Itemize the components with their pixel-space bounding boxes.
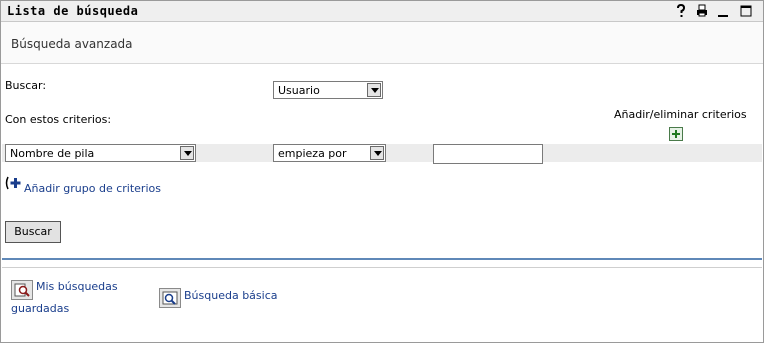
chevron-down-icon [180,146,194,160]
buscar-label: Buscar: [5,79,47,92]
search-list-portlet: Lista de búsqueda Búsqueda avanzada Busc… [0,0,764,343]
search-button[interactable]: Buscar [5,221,61,243]
add-group-icon[interactable] [5,176,23,190]
section-divider [2,258,762,260]
portlet-title: Lista de búsqueda [7,4,139,18]
maximize-icon[interactable] [740,4,752,18]
saved-searches-link-line2[interactable]: guardadas [11,302,69,315]
saved-searches-icon[interactable] [11,280,33,300]
chevron-down-icon [367,83,381,97]
print-icon[interactable] [696,4,708,18]
add-criteria-icon[interactable] [669,127,683,141]
chevron-down-icon [370,146,384,160]
saved-searches-link[interactable]: Mis búsquedas [36,280,118,293]
basic-search-link[interactable]: Búsqueda básica [184,289,278,302]
subheader: Búsqueda avanzada [1,22,763,64]
operator-value: empieza por [278,147,347,160]
minimize-icon[interactable] [718,4,728,18]
attribute-select[interactable]: Nombre de pila [5,144,196,162]
portlet-titlebar: Lista de búsqueda [1,1,763,22]
subheader-title: Búsqueda avanzada [11,37,133,51]
attribute-value: Nombre de pila [10,147,95,160]
object-type-value: Usuario [278,84,320,97]
criteria-value-input[interactable] [433,144,543,164]
add-remove-criteria-label: Añadir/eliminar criterios [614,108,747,121]
section-divider-light [2,267,762,268]
help-icon[interactable] [676,4,686,18]
criteria-label: Con estos criterios: [5,113,112,126]
operator-select[interactable]: empieza por [273,144,386,162]
basic-search-icon[interactable] [159,288,181,308]
object-type-select[interactable]: Usuario [273,81,383,99]
add-criteria-group-link[interactable]: Añadir grupo de criterios [24,182,161,195]
